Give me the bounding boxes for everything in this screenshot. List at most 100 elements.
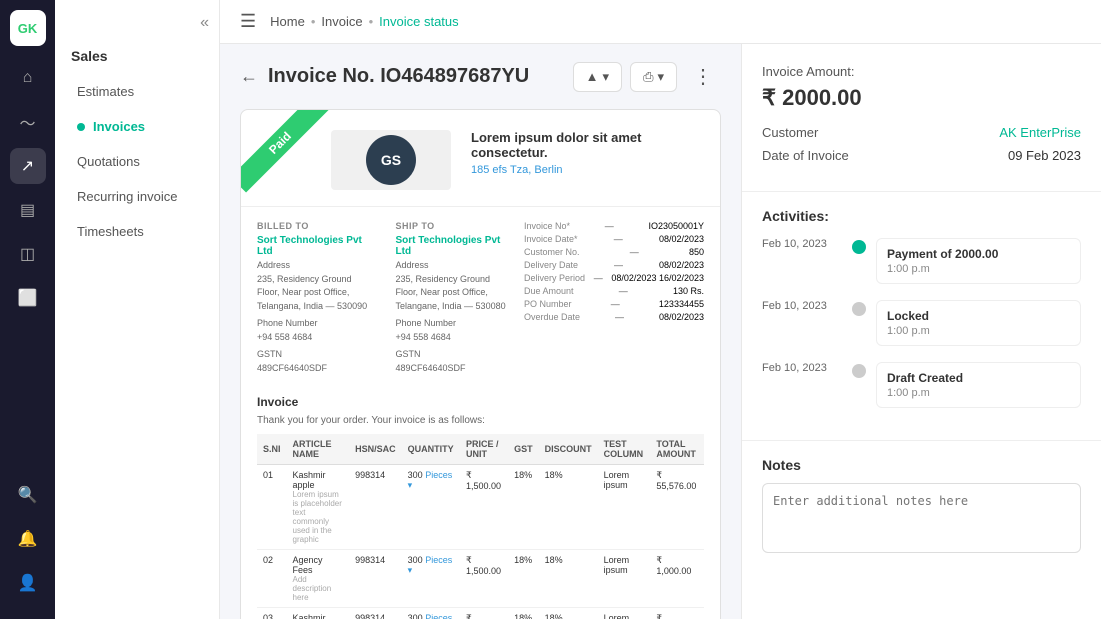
- activity-time-2: 1:00 p.m: [887, 387, 1070, 399]
- collapse-button[interactable]: «: [200, 14, 209, 32]
- col-price: PRICE / UNIT: [460, 434, 508, 465]
- cell-article: Kashmir apple Lorem ipsum is placeholder…: [287, 465, 350, 550]
- cell-discount: 18%: [539, 608, 598, 619]
- print-icon: ⎙: [643, 69, 653, 85]
- ship-phone: +94 558 4684: [396, 331, 515, 345]
- invoice-top: GS Lorem ipsum dolor sit amet consectetu…: [241, 110, 720, 207]
- qty-unit[interactable]: Pieces ▾: [408, 555, 453, 575]
- activities-title: Activities:: [762, 208, 1081, 224]
- field-value-po-number: 123334455: [659, 299, 704, 309]
- activity-title-2: Draft Created: [887, 371, 1070, 385]
- cell-gst: 18%: [508, 550, 539, 608]
- field-row-delivery-date: Delivery Date — 08/02/2023: [524, 260, 704, 270]
- date-of-invoice-label: Date of Invoice: [762, 148, 849, 163]
- field-value-customer-no: 850: [689, 247, 704, 257]
- nav-item-label: Recurring invoice: [77, 189, 177, 204]
- share-chevron: ▾: [603, 69, 610, 85]
- table-header-row: S.NI ARTICLE NAME HSN/SAC QUANTITY PRICE…: [257, 434, 704, 465]
- article-name: Kashmir apple: [293, 470, 326, 490]
- cell-total: ₹ 80,006.00: [650, 608, 704, 619]
- nav-item-label: Timesheets: [77, 224, 144, 239]
- sidebar-item-quotations[interactable]: Quotations: [61, 145, 213, 178]
- ship-gstn-label: GSTN: [396, 348, 515, 362]
- field-sep: —: [611, 299, 620, 309]
- field-sep: —: [615, 312, 624, 322]
- sidebar-item-recurring[interactable]: Recurring invoice: [61, 180, 213, 213]
- activity-item-1: Feb 10, 2023 Locked 1:00 p.m: [762, 300, 1081, 346]
- table-row: 03 Kashmir apple Lorem ipsum is placehol…: [257, 608, 704, 619]
- field-sep: —: [630, 247, 639, 257]
- billed-phone-label: Phone Number: [257, 317, 376, 331]
- article-sub: Add description here: [293, 575, 344, 602]
- notes-title: Notes: [762, 457, 1081, 473]
- breadcrumb: Home • Invoice • Invoice status: [270, 14, 459, 29]
- activity-time-0: 1:00 p.m: [887, 263, 1070, 275]
- col-article: ARTICLE NAME: [287, 434, 350, 465]
- search-icon[interactable]: 🔍: [10, 477, 46, 513]
- print-button[interactable]: ⎙ ▾: [630, 62, 677, 92]
- user-icon[interactable]: 👤: [10, 565, 46, 601]
- cell-sn: 03: [257, 608, 287, 619]
- article-name: Agency Fees: [293, 555, 323, 575]
- notes-input[interactable]: [762, 483, 1081, 553]
- sidebar-item-timesheets[interactable]: Timesheets: [61, 215, 213, 248]
- cell-qty: 300 Pieces ▾: [402, 608, 460, 619]
- nav-item-label: Invoices: [93, 119, 145, 134]
- col-hsn: HSN/SAC: [349, 434, 402, 465]
- customer-label: Customer: [762, 125, 818, 140]
- table-row: 02 Agency Fees Add description here 9983…: [257, 550, 704, 608]
- qty-unit[interactable]: Pieces ▾: [408, 470, 453, 490]
- sidebar-item-invoices[interactable]: Invoices: [61, 110, 213, 143]
- field-value-invoice-no: IO23050001Y: [648, 221, 704, 231]
- invoice-header: ← Invoice No. IO464897687YU ▲ ▾ ⎙ ▾ ⋮: [240, 60, 721, 93]
- activity-title-0: Payment of 2000.00: [887, 247, 1070, 261]
- billed-to-label: BILLED TO: [257, 221, 376, 231]
- activity-item-2: Feb 10, 2023 Draft Created 1:00 p.m: [762, 362, 1081, 408]
- sidebar-chart-icon[interactable]: ↗: [10, 148, 46, 184]
- cell-total: ₹ 1,000.00: [650, 550, 704, 608]
- article-name: Kashmir apple: [293, 613, 326, 619]
- field-label-invoice-no: Invoice No*: [524, 221, 570, 231]
- bill-ship-section: BILLED TO Sort Technologies Pvt Ltd Addr…: [257, 221, 514, 375]
- invoice-table: S.NI ARTICLE NAME HSN/SAC QUANTITY PRICE…: [257, 434, 704, 619]
- col-test: TEST COLUMN: [598, 434, 651, 465]
- cell-discount: 18%: [539, 550, 598, 608]
- ship-to-label: SHIP TO: [396, 221, 515, 231]
- company-info: Lorem ipsum dolor sit amet consectetur. …: [471, 130, 700, 176]
- billed-gstn: 489CF64640SDF: [257, 362, 376, 376]
- invoice-title-row: ← Invoice No. IO464897687YU: [240, 65, 529, 88]
- more-options-button[interactable]: ⋮: [685, 60, 721, 93]
- sidebar-home-icon[interactable]: ⌂: [10, 60, 46, 96]
- field-label-due-amount: Due Amount: [524, 286, 574, 296]
- nav-section-label: Sales: [55, 42, 219, 74]
- cell-sn: 02: [257, 550, 287, 608]
- sidebar-bank-icon[interactable]: ⬜: [10, 280, 46, 316]
- menu-icon[interactable]: ☰: [240, 11, 256, 32]
- back-button[interactable]: ←: [240, 66, 258, 87]
- sidebar-item-estimates[interactable]: Estimates: [61, 75, 213, 108]
- qty-unit[interactable]: Pieces ▾: [408, 613, 453, 619]
- sidebar-pulse-icon[interactable]: 〜: [10, 104, 46, 140]
- field-sep: —: [605, 221, 614, 231]
- right-panel: Invoice Amount: ₹ 2000.00 Customer AK En…: [741, 44, 1101, 619]
- cell-price: ₹ 1,500.00: [460, 608, 508, 619]
- cell-gst: 18%: [508, 465, 539, 550]
- billed-to-col: BILLED TO Sort Technologies Pvt Ltd Addr…: [257, 221, 376, 375]
- sidebar-contacts-icon[interactable]: ◫: [10, 236, 46, 272]
- sidebar-invoice-icon[interactable]: ▤: [10, 192, 46, 228]
- customer-value[interactable]: AK EnterPrise: [999, 125, 1081, 140]
- activity-dot-2: [852, 364, 866, 378]
- cell-discount: 18%: [539, 465, 598, 550]
- activities-section: Activities: Feb 10, 2023 Payment of 2000…: [742, 192, 1101, 441]
- activity-title-1: Locked: [887, 309, 1070, 323]
- cell-qty: 300 Pieces ▾: [402, 465, 460, 550]
- share-button[interactable]: ▲ ▾: [573, 62, 622, 92]
- app-logo: GK: [10, 10, 46, 46]
- breadcrumb-invoice[interactable]: Invoice: [321, 14, 362, 29]
- bell-icon[interactable]: 🔔: [10, 521, 46, 557]
- breadcrumb-home[interactable]: Home: [270, 14, 305, 29]
- field-sep: —: [614, 234, 623, 244]
- field-value-overdue-date: 08/02/2023: [659, 312, 704, 322]
- company-link[interactable]: 185 efs Tza, Berlin: [471, 164, 700, 176]
- field-sep: —: [594, 273, 603, 283]
